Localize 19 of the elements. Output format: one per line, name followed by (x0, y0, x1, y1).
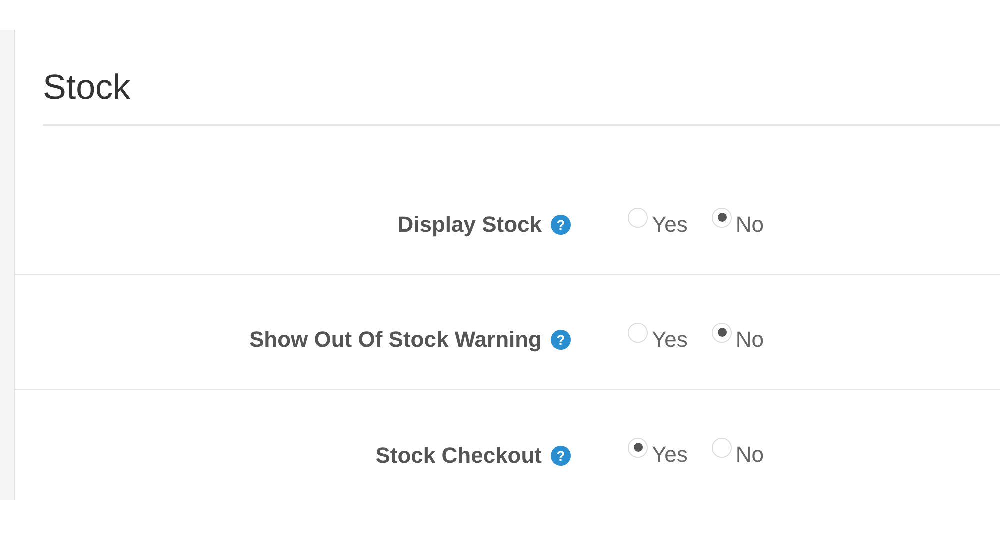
radio-button[interactable] (712, 438, 732, 458)
radio-button[interactable] (712, 208, 732, 228)
help-icon[interactable]: ? (551, 330, 571, 350)
option-label[interactable]: Yes (652, 326, 688, 354)
option-label[interactable]: Yes (652, 442, 688, 469)
option-label[interactable]: Yes (652, 212, 688, 238)
option-label[interactable]: No (736, 326, 764, 354)
radio-button[interactable] (628, 208, 648, 228)
setting-label: Show Out Of Stock Warning (249, 327, 542, 353)
option-label[interactable]: No (736, 442, 764, 469)
setting-label: Display Stock (398, 212, 542, 238)
help-icon[interactable]: ? (551, 215, 571, 235)
radio-button[interactable] (628, 438, 648, 458)
radio-button[interactable] (712, 322, 732, 343)
setting-label: Stock Checkout (376, 442, 542, 468)
section-title: Stock (43, 67, 131, 108)
help-icon[interactable]: ? (551, 446, 571, 466)
radio-button[interactable] (628, 322, 648, 343)
option-label[interactable]: No (736, 212, 764, 238)
